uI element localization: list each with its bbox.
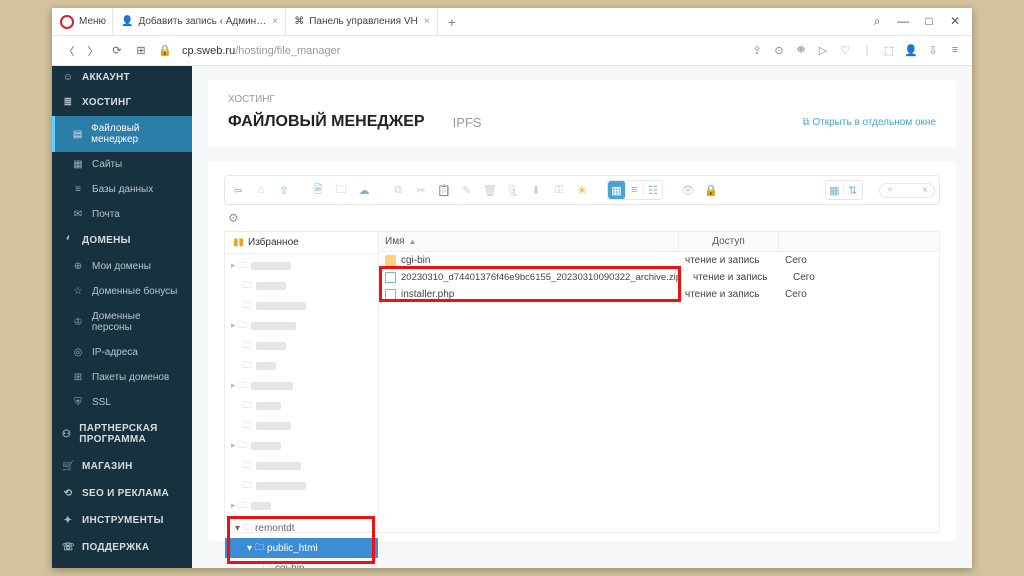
back-icon[interactable]: 〈 [62,43,76,59]
sidebar-item-bonus[interactable]: ☆Доменные бонусы [52,279,192,304]
file-list: Имя▲ Доступ cgi-bin чтение и запись Сего… [379,231,940,533]
cube-icon[interactable]: ⬚ [882,44,896,57]
settings-icon[interactable]: ⚙ [224,205,940,225]
view-detail-icon[interactable]: ☷ [644,181,662,199]
home-icon[interactable]: ⌂ [252,181,270,199]
sidebar-seo[interactable]: SEO И РЕКЛАМА [82,488,169,499]
menu-button[interactable]: Меню [52,8,113,35]
sidebar-item-db[interactable]: ≡Базы данных [52,177,192,202]
sidebar-support[interactable]: ПОДДЕРЖКА [82,542,149,553]
view-grid-icon[interactable]: ▦ [608,181,626,199]
support-icon: ☏ [62,542,74,553]
table-row[interactable]: installer.php чтение и запись Сего [379,286,939,303]
maximize-icon[interactable]: □ [922,14,936,29]
table-row[interactable]: 20230310_d74401376f46e9bc6155_2023031009… [379,269,939,286]
cloud-download-icon[interactable]: ☁ [355,181,373,199]
opera-icon [60,15,74,29]
sidebar-shop[interactable]: МАГАЗИН [82,461,133,472]
tree-node-cgi-bin[interactable]: 🗀cgi-bin [225,558,378,568]
page-title: ФАЙЛОВЫЙ МЕНЕДЖЕР [228,113,425,131]
sidebar-hosting[interactable]: ХОСТИНГ [82,97,131,108]
file-icon [385,289,396,300]
view-list-icon[interactable]: ≡ [626,181,644,199]
sidebar-item-sites[interactable]: ▦Сайты [52,152,192,177]
lock-icon: 🔒 [158,44,172,57]
tree-node-remontdt[interactable]: ▾🗀remontdt [225,518,378,538]
heart-icon[interactable]: ♡ [838,44,852,57]
folder-icon [385,255,396,266]
copy-icon[interactable]: ⧉ [389,181,407,199]
star-icon[interactable]: ✳ [573,181,591,199]
person-icon: 👤 [121,16,133,27]
download2-icon[interactable]: ⬇ [527,181,545,199]
new-tab-button[interactable]: + [438,14,466,30]
paste-icon[interactable]: 📋 [435,181,453,199]
favorite-icon: ▮▮ [233,237,244,248]
filter-input[interactable]: ⚬× [879,183,935,198]
delete-icon[interactable]: 🗑 [481,181,499,199]
newfolder-icon[interactable]: 🗀 [332,181,350,199]
sidebar-item-filemanager[interactable]: ▤Файловый менеджер [52,116,192,152]
shield-icon[interactable]: ⛯ [794,44,808,57]
tree-node-public-html[interactable]: ▾🗀public_html [225,538,378,558]
eye-icon[interactable]: 👁 [679,181,697,199]
sidebar-item-mydomains[interactable]: ⊕Мои домены [52,254,192,279]
user-icon: ☺ [62,72,74,83]
tools-icon: ✦ [62,515,74,526]
sort-icon[interactable]: ⇅ [844,181,862,199]
tab-ipfs[interactable]: IPFS [453,115,482,130]
sidebar-item-mail[interactable]: ✉Почта [52,202,192,227]
up-icon[interactable]: ⇧ [275,181,293,199]
play-icon[interactable]: ▷ [816,44,830,57]
clear-icon[interactable]: × [922,185,928,196]
breadcrumb: ХОСТИНГ [208,80,956,105]
address-bar[interactable]: cp.sweb.ru/hosting/file_manager [182,45,740,57]
domains-icon: ᔊ [62,235,74,246]
sidebar-item-persons[interactable]: ♔Доменные персоны [52,304,192,340]
file-icon [385,272,396,283]
globe-icon: ⌘ [294,16,304,27]
forward-icon[interactable]: 〉 [86,43,100,59]
reload-icon[interactable]: ⟳ [110,44,124,57]
cut-icon[interactable]: ✂ [412,181,430,199]
close-icon[interactable]: × [271,16,279,27]
col-access[interactable]: Доступ [679,232,779,251]
camera-icon[interactable]: ⊙ [772,44,786,57]
partner-icon: ⚇ [62,429,71,440]
rename-icon[interactable]: ✎ [458,181,476,199]
share-icon[interactable]: ⇪ [750,44,764,57]
browser-tab[interactable]: ⌘Панель управления VH× [286,8,438,35]
table-row[interactable]: cgi-bin чтение и запись Сего [379,252,939,269]
newfile-icon[interactable]: 🗎 [309,181,327,199]
sidebar-item-ip[interactable]: ◎IP-адреса [52,340,192,365]
minimize-icon[interactable]: — [896,14,910,29]
sidebar-tools[interactable]: ИНСТРУМЕНТЫ [82,515,164,526]
download-icon[interactable]: ⇩ [926,44,940,57]
col-name[interactable]: Имя▲ [379,232,679,251]
close-icon[interactable]: × [423,16,431,27]
perm-icon[interactable]: ⚿ [550,181,568,199]
browser-tab[interactable]: 👤Добавить запись ‹ Админ…× [113,8,286,35]
close-window-icon[interactable]: ✕ [948,14,962,29]
lock-icon[interactable]: 🔒 [702,181,720,199]
file-toolbar: ⇦ ⌂ ⇧ 🗎 🗀 ☁ ⧉ ✂ 📋 ✎ 🗑 🗜 ⬇ ⚿ ✳ [224,175,940,205]
open-new-window-link[interactable]: Открыть в отдельном окне [802,117,936,128]
back-icon[interactable]: ⇦ [229,181,247,199]
seo-icon: ⟲ [62,488,74,499]
search-icon[interactable]: ⌕ [870,14,884,29]
shop-icon: 🛒 [62,461,74,472]
avatar-icon[interactable]: 👤 [904,44,918,57]
colors-icon[interactable]: ▦ [826,181,844,199]
sidebar-domains[interactable]: ДОМЕНЫ [82,235,131,246]
archive-icon[interactable]: 🗜 [504,181,522,199]
sidebar-item-ssl[interactable]: ⛨SSL [52,390,192,415]
sidebar: ☺ АККАУНТ ≣ ХОСТИНГ ▤Файловый менеджер ▦Са… [52,66,192,568]
sidebar-partner[interactable]: ПАРТНЕРСКАЯ ПРОГРАММА [79,423,182,445]
more-icon[interactable]: ≡ [948,44,962,57]
sidebar-account[interactable]: АККАУНТ [82,72,130,83]
folder-tree: ▮▮Избранное ▸ 🗀 🗀 🗀 ▸ 🗀 🗀 🗀 ▸ 🗀 🗀 🗀 ▸ [224,231,379,533]
sidebar-item-packages[interactable]: ⊞Пакеты доменов [52,365,192,390]
hosting-icon: ≣ [62,97,74,108]
grid-icon[interactable]: ⊞ [134,44,148,57]
